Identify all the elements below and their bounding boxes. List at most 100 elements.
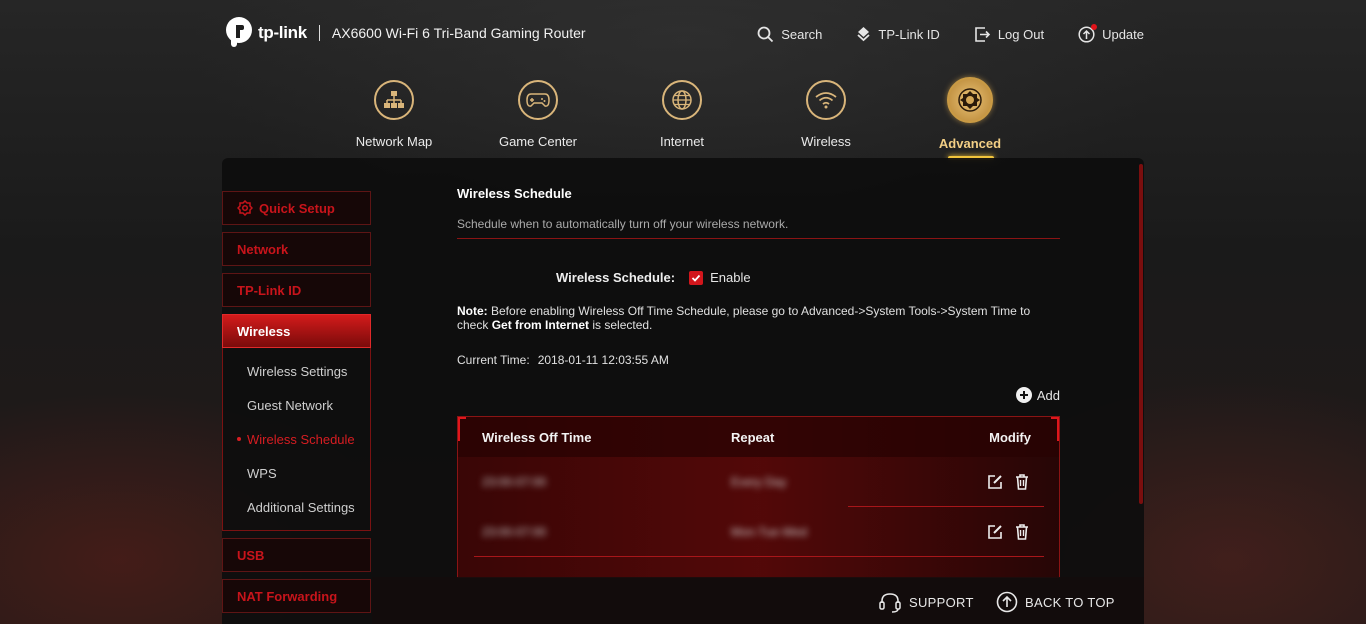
sidebar-group-wireless: Wireless Wireless Settings Guest Network… <box>222 314 371 531</box>
sidebar-item-tplink-id[interactable]: TP-Link ID <box>222 273 371 307</box>
sidebar-subitem-wireless-settings[interactable]: Wireless Settings <box>223 354 370 388</box>
note-body-2: is selected. <box>589 318 653 332</box>
sidebar-subitem-wireless-schedule[interactable]: Wireless Schedule <box>223 422 370 456</box>
logo-text: tp-link <box>258 23 307 42</box>
sidebar-subitem-wps[interactable]: WPS <box>223 456 370 490</box>
search-icon <box>757 26 774 43</box>
wireless-schedule-setting: Wireless Schedule: Enable <box>457 270 1060 285</box>
nav-network-map[interactable]: Network Map <box>322 76 466 151</box>
update-label: Update <box>1102 27 1144 42</box>
nav-label: Wireless <box>801 134 851 149</box>
product-name: AX6600 Wi-Fi 6 Tri-Band Gaming Router <box>331 25 586 41</box>
footer-bar: SUPPORT BACK TO TOP <box>372 577 1144 624</box>
table-row: 23:00-07:00 Mon-Tue-Wed <box>458 507 1059 557</box>
nav-label: Game Center <box>498 134 578 149</box>
add-button[interactable]: Add <box>457 387 1060 403</box>
column-header-modify: Modify <box>989 429 1031 445</box>
update-button[interactable]: Update <box>1078 24 1144 43</box>
sidebar-submenu: Wireless Settings Guest Network Wireless… <box>223 348 370 530</box>
logout-button[interactable]: Log Out <box>974 26 1044 43</box>
schedule-table: Wireless Off Time Repeat Modify 23:00-07… <box>457 416 1060 578</box>
row-actions <box>986 473 1031 491</box>
update-icon <box>1078 24 1098 43</box>
table-row: 23:00-07:00 Every Day <box>458 457 1059 507</box>
wifi-icon <box>806 80 846 120</box>
nav-wireless[interactable]: Wireless <box>754 76 898 151</box>
page-title: Wireless Schedule <box>457 186 572 201</box>
add-icon <box>1015 387 1032 403</box>
nav-label: Network Map <box>355 134 433 149</box>
logout-label: Log Out <box>997 27 1045 42</box>
sidebar-item-label: Network <box>237 241 289 257</box>
sidebar-subitem-guest-network[interactable]: Guest Network <box>223 388 370 422</box>
sidebar-item-network[interactable]: Network <box>222 232 371 266</box>
row-actions <box>986 523 1031 541</box>
page-description: Schedule when to automatically turn off … <box>457 217 1060 239</box>
arrow-up-circle-icon <box>996 591 1018 613</box>
note-bold: Get from Internet <box>491 318 590 332</box>
current-time-value: 2018-01-11 12:03:55 AM <box>537 353 669 367</box>
enable-checkbox[interactable] <box>689 270 704 285</box>
sidebar-subitem-additional-settings[interactable]: Additional Settings <box>223 490 370 524</box>
tplink-id-icon <box>857 27 871 42</box>
sidebar-item-label: Quick Setup <box>259 200 335 216</box>
column-header-off-time: Wireless Off Time <box>482 429 592 445</box>
advanced-gear-icon <box>947 77 993 123</box>
tplink-id-label: TP-Link ID <box>878 27 940 42</box>
sidebar-item-label: USB <box>237 547 265 563</box>
edit-icon[interactable] <box>986 473 1004 491</box>
support-link[interactable]: SUPPORT <box>878 591 974 613</box>
tplink-id-button[interactable]: TP-Link ID <box>856 26 940 43</box>
table-header: Wireless Off Time Repeat Modify <box>458 417 1059 457</box>
network-map-icon <box>374 80 414 120</box>
main-content: Wireless Schedule Schedule when to autom… <box>457 186 1060 403</box>
sidebar-item-usb[interactable]: USB <box>222 538 371 572</box>
delete-icon[interactable] <box>1013 473 1031 491</box>
repeat-cell: Mon-Tue-Wed <box>731 525 808 539</box>
content-scrollbar[interactable] <box>1139 164 1143 504</box>
off-time-cell: 23:00-07:00 <box>482 475 547 489</box>
nav-label: Advanced <box>938 136 1002 151</box>
logo-divider <box>318 25 320 41</box>
globe-icon <box>662 80 702 120</box>
sidebar-item-label: Wireless <box>237 323 291 339</box>
enable-label: Enable <box>710 270 751 285</box>
gamepad-icon <box>518 80 558 120</box>
nav-label: Internet <box>659 134 705 149</box>
current-time-label: Current Time: <box>457 353 530 367</box>
repeat-cell: Every Day <box>731 475 787 489</box>
headset-icon <box>879 593 901 613</box>
add-label: Add <box>1036 387 1060 403</box>
checkmark-icon <box>691 274 701 282</box>
current-time: Current Time: 2018-01-11 12:03:55 AM <box>457 353 1060 367</box>
logout-icon <box>975 27 990 42</box>
delete-icon[interactable] <box>1013 523 1031 541</box>
back-to-top-label: BACK TO TOP <box>1025 594 1115 610</box>
main-nav: Network Map Game Center Internet Wireles… <box>322 76 1042 151</box>
search-button[interactable]: Search <box>757 26 822 43</box>
nav-advanced[interactable]: Advanced <box>898 76 1042 151</box>
sidebar-item-nat-forwarding[interactable]: NAT Forwarding <box>222 579 371 613</box>
quick-setup-gear-icon <box>237 200 253 216</box>
update-notification-dot <box>1091 24 1098 30</box>
header-actions: Search TP-Link ID Log Out Update <box>723 24 1144 43</box>
wireless-schedule-label: Wireless Schedule: <box>556 270 676 285</box>
sidebar-item-wireless[interactable]: Wireless <box>222 314 371 348</box>
sidebar-item-quick-setup[interactable]: Quick Setup <box>222 191 371 225</box>
edit-icon[interactable] <box>986 523 1004 541</box>
nav-game-center[interactable]: Game Center <box>466 76 610 151</box>
support-label: SUPPORT <box>909 594 974 610</box>
note-text: Note: Before enabling Wireless Off Time … <box>457 304 1060 332</box>
nav-internet[interactable]: Internet <box>610 76 754 151</box>
off-time-cell: 23:00-07:00 <box>482 525 547 539</box>
column-header-repeat: Repeat <box>731 429 775 445</box>
sidebar: Quick Setup Network TP-Link ID Wireless … <box>222 191 371 620</box>
row-divider <box>474 556 1044 557</box>
sidebar-item-label: TP-Link ID <box>237 282 302 298</box>
tplink-logo-icon <box>222 16 256 50</box>
search-label: Search <box>781 27 823 42</box>
back-to-top-link[interactable]: BACK TO TOP <box>996 591 1115 613</box>
note-prefix: Note: <box>457 304 488 318</box>
brand-logo[interactable]: tp-link AX6600 Wi-Fi 6 Tri-Band Gaming R… <box>222 16 586 50</box>
sidebar-item-label: NAT Forwarding <box>237 588 338 604</box>
